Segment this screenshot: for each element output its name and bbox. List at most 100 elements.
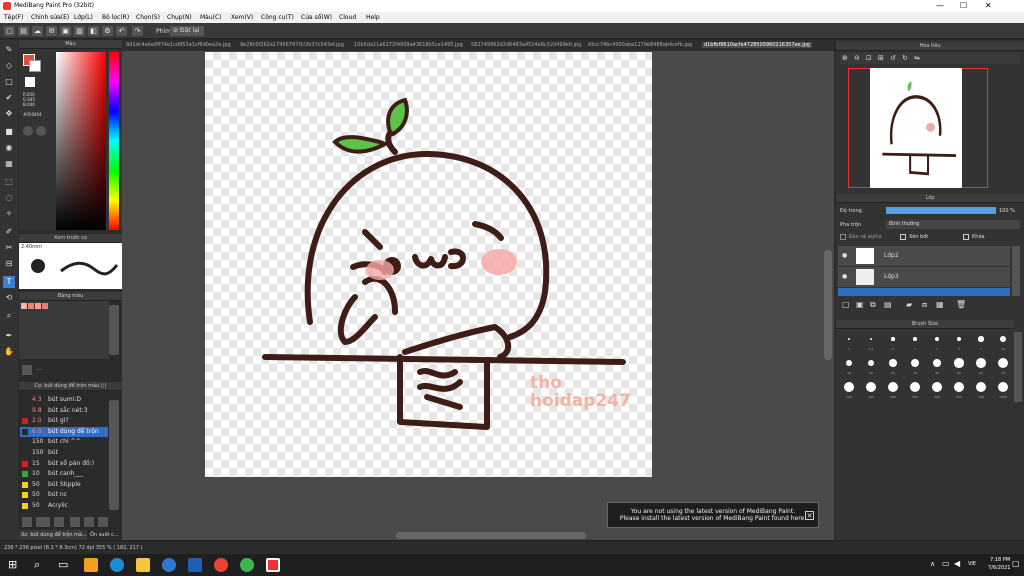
doc-tab[interactable]: b5cc74bc4900aba1279e8488ab4cefb.jpg <box>588 42 692 48</box>
copy-layer-icon[interactable]: ⧉ <box>870 300 876 310</box>
brush-size-option[interactable]: 60 <box>972 356 990 376</box>
gradient-tool-icon[interactable]: ▦ <box>3 158 15 170</box>
protect-alpha-checkbox[interactable] <box>840 234 846 240</box>
layer-row[interactable]: ● Lớp3 <box>838 267 1010 287</box>
notice-close-icon[interactable]: ✕ <box>805 511 814 520</box>
brush-size-scrollbar[interactable] <box>1014 332 1022 402</box>
layer-settings-icon[interactable]: ▦ <box>936 300 944 309</box>
move-tool-icon[interactable]: ✥ <box>3 108 15 120</box>
search-icon[interactable]: ⌕ <box>34 558 40 572</box>
eyedropper-icon[interactable]: ⌕ <box>3 310 15 322</box>
brush-list-item[interactable]: 50 Acrylic <box>20 501 108 511</box>
palette-swatch[interactable] <box>42 303 48 309</box>
check-icon[interactable]: ✔ <box>3 92 15 104</box>
brush-size-option[interactable]: 25 <box>884 356 902 376</box>
menu-color[interactable]: Màu(C) <box>200 14 222 21</box>
brush-size-option[interactable]: 500 <box>950 380 968 400</box>
menu-layer[interactable]: Lớp(L) <box>74 14 93 21</box>
undo-icon[interactable]: ↶ <box>116 26 127 36</box>
menu-file[interactable]: Tệp(F) <box>4 14 23 21</box>
chrome-icon[interactable] <box>214 558 228 572</box>
ie-icon[interactable] <box>162 558 176 572</box>
palette-swatch[interactable] <box>21 303 27 309</box>
doc-tab[interactable]: 10b5da11a6272f4909a43618b5ce1495.jpg <box>354 42 463 48</box>
brush-size-option[interactable]: 15 <box>840 356 858 376</box>
brush-size-option[interactable]: 300 <box>906 380 924 400</box>
brush-list-scrollbar[interactable] <box>109 400 119 510</box>
medibang-taskbar-icon[interactable] <box>266 558 280 572</box>
brush-list-item[interactable]: 9.8 bút sắc nét:3 <box>20 406 108 416</box>
menu-capture[interactable]: Chụp(N) <box>167 14 192 21</box>
share-icon[interactable]: ◧ <box>88 26 99 36</box>
brush-size-option[interactable]: 3 <box>906 332 924 352</box>
chat-icon[interactable]: ✉ <box>46 26 57 36</box>
layer-scrollbar[interactable] <box>1012 246 1020 296</box>
select-pen-icon[interactable]: ✐ <box>3 226 15 238</box>
brush-list-item[interactable]: 50 bút Stipple <box>20 480 108 490</box>
hand-tool-icon[interactable]: ✋ <box>3 346 15 358</box>
brush-size-option[interactable]: 100 <box>840 380 858 400</box>
palette-add-icon[interactable] <box>22 365 32 375</box>
new-file-icon[interactable]: ▢ <box>4 26 15 36</box>
menu-cloud[interactable]: Cloud <box>339 14 356 21</box>
bucket-tool-icon[interactable]: ◉ <box>3 142 15 154</box>
doc-tab[interactable]: 8d1dc4a6e0ff74e1cd953a1cf6d0ea2e.jpg <box>126 42 231 48</box>
palette-swatch[interactable] <box>35 303 41 309</box>
canvas-vertical-scrollbar[interactable] <box>824 250 832 360</box>
menu-tools[interactable]: Công cụ(T) <box>261 14 294 21</box>
brush-list-item[interactable]: 50 bút nc <box>20 490 108 500</box>
settings-icon[interactable]: ⚙ <box>102 26 113 36</box>
flip-icon[interactable]: ⇋ <box>914 54 920 62</box>
volume-icon[interactable]: ◀ <box>954 559 960 568</box>
notifications-icon[interactable]: ▢ <box>1012 559 1020 568</box>
store-icon[interactable] <box>84 558 98 572</box>
bottom-tab-brush[interactable]: Xz: bút dùng để trộn mà... <box>19 530 87 540</box>
brush-folder-icon[interactable] <box>70 517 80 527</box>
menu-select[interactable]: Chọn(S) <box>136 14 160 21</box>
brush-tool-icon[interactable]: ✎ <box>3 44 15 56</box>
menu-window[interactable]: Cửa sổ(W) <box>301 14 332 21</box>
brush-size-option[interactable]: 200 <box>884 380 902 400</box>
hue-slider[interactable] <box>109 52 119 230</box>
brush-list-item[interactable]: 10 bút canh___ <box>20 469 108 479</box>
opacity-slider[interactable] <box>886 207 996 214</box>
drawing-canvas[interactable]: tho hoidap247 <box>205 52 652 477</box>
rotate-left-icon[interactable]: ↺ <box>890 54 896 62</box>
brush-size-option[interactable]: 5 <box>950 332 968 352</box>
actual-size-icon[interactable]: ⊞ <box>878 54 884 62</box>
brush-size-option[interactable]: 400 <box>928 380 946 400</box>
select-tool-icon[interactable]: ⬚ <box>3 176 15 188</box>
select-eraser-icon[interactable]: ✂ <box>3 242 15 254</box>
brush-list-item[interactable]: 4.3 bút sumi:D <box>20 395 108 405</box>
doc-tab-active[interactable]: d1bfbf9610acfa4728500960216357ee.jpg <box>702 42 812 48</box>
brush-size-option[interactable]: 1.5 <box>862 332 880 352</box>
fill-rect-icon[interactable]: ■ <box>3 126 15 138</box>
brush-size-option[interactable]: 50 <box>950 356 968 376</box>
layer-menu-icon[interactable]: ▤ <box>884 300 892 309</box>
brush-add-icon[interactable] <box>22 517 32 527</box>
blend-mode-select[interactable]: Bình thường <box>886 220 1020 229</box>
divide-tool-icon[interactable]: ⊟ <box>3 258 15 270</box>
reset-button[interactable]: ⊘ Đặt lại <box>170 26 204 36</box>
zoom-in-icon[interactable]: ⊕ <box>842 54 848 62</box>
brush-delete-icon[interactable] <box>98 517 108 527</box>
brush-folder-2-icon[interactable] <box>84 517 94 527</box>
merge-down-icon[interactable]: ⧈ <box>922 300 927 310</box>
open-file-icon[interactable]: ▤ <box>18 26 29 36</box>
network-icon[interactable]: ▭ <box>942 559 950 568</box>
maximize-button[interactable]: ☐ <box>960 1 967 10</box>
palette-more-icon[interactable]: ... <box>36 365 46 375</box>
fit-icon[interactable]: ⊡ <box>866 54 872 62</box>
task-view-icon[interactable]: ▭ <box>58 558 68 571</box>
operation-tool-icon[interactable]: ⟲ <box>3 292 15 304</box>
brush-size-option[interactable]: 700 <box>972 380 990 400</box>
brush-size-option[interactable]: 10 <box>994 332 1012 352</box>
palette-scrollbar[interactable] <box>109 305 119 355</box>
eraser-tool-icon[interactable]: ◇ <box>3 60 15 72</box>
brush-settings-icon[interactable] <box>54 517 64 527</box>
app-icon[interactable] <box>240 558 254 572</box>
new-layer-2-icon[interactable]: ▣ <box>856 300 864 309</box>
edge-icon[interactable] <box>110 558 124 572</box>
menu-edit[interactable]: Chỉnh sửa(E) <box>31 14 69 21</box>
windows-start-icon[interactable]: ⊞ <box>8 558 17 571</box>
